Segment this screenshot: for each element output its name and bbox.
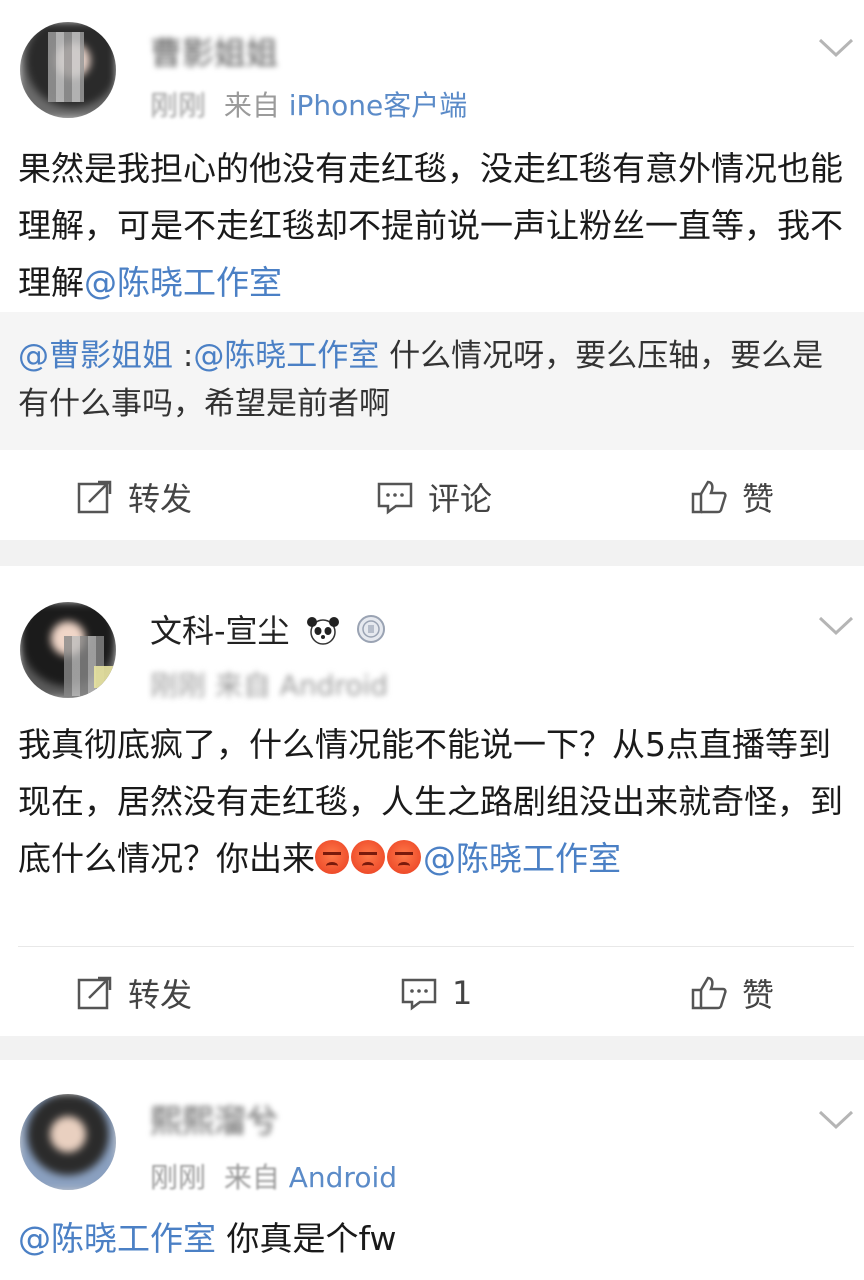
- mention-link[interactable]: @陈晓工作室: [193, 338, 379, 374]
- comment-button[interactable]: 评论: [376, 452, 492, 542]
- post-time: 刚刚: [150, 89, 207, 122]
- mention-link[interactable]: @陈晓工作室: [18, 1219, 216, 1258]
- repost-button[interactable]: 转发: [76, 948, 192, 1038]
- comment-button[interactable]: 1: [400, 948, 472, 1038]
- post-meta: 刚刚 来自 Android: [150, 669, 389, 702]
- repost-label: 转发: [128, 976, 193, 1014]
- action-bar: 转发 评论 赞: [0, 452, 864, 542]
- post-time: 刚刚: [150, 1161, 207, 1194]
- source-label[interactable]: iPhone客户端: [289, 89, 468, 122]
- chevron-down-icon[interactable]: [816, 1108, 856, 1132]
- post-body: 你真是个fw: [216, 1219, 397, 1258]
- post-text: 我真彻底疯了，什么情况能不能说一下？从5点直播等到现在，居然没有走红毯，人生之路…: [18, 716, 844, 887]
- action-bar: 转发 1 赞: [0, 948, 864, 1038]
- comment-icon: [377, 482, 413, 515]
- like-button[interactable]: 赞: [690, 948, 774, 1038]
- repost-button[interactable]: 转发: [76, 452, 192, 542]
- avatar[interactable]: [20, 22, 116, 118]
- thumbs-up-icon: [691, 480, 727, 514]
- share-icon: [77, 976, 112, 1010]
- divider: [18, 946, 854, 947]
- post-2: 文科-宣尘 刚刚 来自 Android 我真彻底疯了，什么情况能不能说一下？从5…: [0, 566, 864, 1036]
- chevron-down-icon[interactable]: [816, 614, 856, 638]
- mention-link[interactable]: @陈晓工作室: [84, 263, 282, 302]
- avatar[interactable]: [20, 602, 116, 698]
- source-label[interactable]: Android: [289, 1161, 397, 1194]
- post-separator: [0, 540, 864, 566]
- angry-emoji-icon: [315, 840, 349, 874]
- post-meta: 刚刚 来自 Android: [150, 1156, 397, 1196]
- post-meta: 刚刚 来自 iPhone客户端: [150, 84, 467, 124]
- like-label: 赞: [742, 480, 775, 518]
- username-text: 文科-宣尘: [150, 612, 290, 650]
- comment-count: 1: [452, 974, 473, 1012]
- post-1: 曹影姐姐 刚刚 来自 iPhone客户端 果然是我担心的他没有走红毯，没走红毯有…: [0, 0, 864, 540]
- username[interactable]: 曹影姐姐: [150, 28, 278, 74]
- post-text: 果然是我担心的他没有走红毯，没走红毯有意外情况也能理解，可是不走红毯却不提前说一…: [18, 140, 844, 311]
- like-button[interactable]: 赞: [690, 452, 774, 542]
- avatar[interactable]: [20, 1094, 116, 1190]
- username[interactable]: 熙熙溜兮: [150, 1096, 278, 1142]
- mention-link[interactable]: @曹影姐姐: [18, 338, 173, 374]
- medal-icon: [356, 615, 385, 643]
- repost-text: @曹影姐姐 :@陈晓工作室 什么情况呀，要么压轴，要么是有什么事吗，希望是前者啊: [18, 332, 844, 428]
- share-icon: [77, 480, 112, 514]
- comment-label: 评论: [428, 480, 493, 518]
- repost-block[interactable]: @曹影姐姐 :@陈晓工作室 什么情况呀，要么压轴，要么是有什么事吗，希望是前者啊: [0, 312, 864, 450]
- panda-icon: [306, 617, 339, 645]
- angry-emoji-icon: [387, 840, 421, 874]
- chevron-down-icon[interactable]: [816, 36, 856, 60]
- thumbs-up-icon: [691, 976, 727, 1010]
- post-text: @陈晓工作室 你真是个fw: [18, 1210, 844, 1267]
- repost-sep: :: [173, 338, 194, 374]
- username[interactable]: 文科-宣尘: [150, 606, 386, 652]
- source-prefix: 来自: [223, 89, 280, 122]
- post-separator: [0, 1036, 864, 1060]
- repost-label: 转发: [128, 480, 193, 518]
- angry-emoji-icon: [351, 840, 385, 874]
- source-prefix: 来自: [223, 1161, 280, 1194]
- mention-link[interactable]: @陈晓工作室: [423, 839, 621, 878]
- like-label: 赞: [742, 976, 775, 1014]
- comment-icon: [401, 978, 437, 1011]
- post-3: 熙熙溜兮 刚刚 来自 Android @陈晓工作室 你真是个fw: [0, 1060, 864, 1280]
